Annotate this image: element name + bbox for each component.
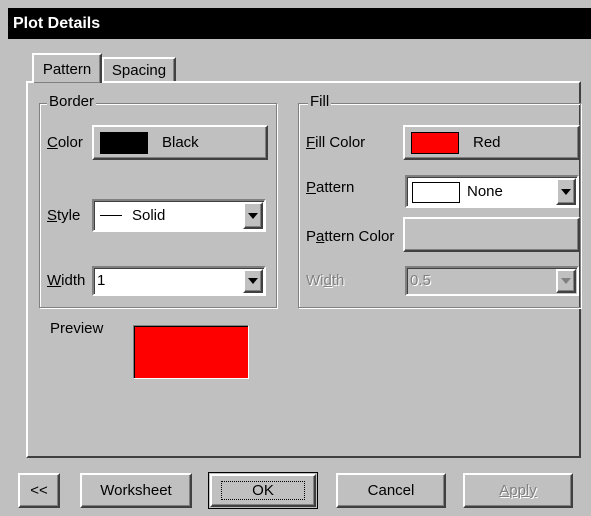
chevron-down-icon <box>248 212 258 219</box>
pattern-color-label: Pattern Color <box>306 228 395 245</box>
tab-spacing[interactable]: Spacing <box>102 57 176 82</box>
fill-pattern-label: Pattern <box>306 179 355 196</box>
border-color-swatch <box>100 131 148 154</box>
fill-width-dropdown-button[interactable] <box>556 269 576 293</box>
preview-swatch <box>133 325 249 379</box>
border-color-label: Color <box>47 134 83 151</box>
ok-button[interactable]: OK <box>208 472 318 509</box>
chevron-down-icon <box>561 188 571 195</box>
border-color-button[interactable]: Black <box>92 125 268 160</box>
fill-color-swatch <box>411 131 459 154</box>
ok-button-label: OK <box>221 481 305 500</box>
pattern-color-button[interactable] <box>403 217 580 252</box>
pattern-swatch <box>412 182 460 203</box>
border-style-dropdown[interactable]: Solid <box>92 199 266 232</box>
fill-width-label: Width <box>306 272 345 289</box>
border-color-value: Black <box>162 134 199 151</box>
chevron-down-icon <box>248 278 258 284</box>
border-width-dropdown[interactable]: 1 <box>92 266 266 296</box>
chevron-down-icon <box>561 278 571 284</box>
border-width-dropdown-button[interactable] <box>243 269 263 293</box>
tab-pattern-label: Pattern <box>42 60 92 78</box>
fill-width-dropdown[interactable]: 0.5 <box>405 266 579 296</box>
ok-button-face: OK <box>210 474 316 507</box>
tab-spacing-label: Spacing <box>111 62 167 79</box>
fill-pattern-dropdown-button[interactable] <box>556 178 576 205</box>
collapse-button[interactable]: << <box>18 473 60 508</box>
apply-button-label: Apply <box>499 482 537 499</box>
preview-label: Preview <box>50 320 104 337</box>
fill-pattern-dropdown[interactable]: None <box>405 175 579 208</box>
apply-button[interactable]: Apply <box>463 473 573 508</box>
fill-width-value: 0.5 <box>410 272 431 289</box>
cancel-button[interactable]: Cancel <box>336 473 446 508</box>
fill-color-value: Red <box>473 134 501 151</box>
window-title: Plot Details <box>8 8 591 39</box>
fill-pattern-value: None <box>467 183 503 200</box>
fill-color-label: Fill Color <box>306 134 366 151</box>
border-style-dropdown-button[interactable] <box>243 202 263 229</box>
tab-pattern[interactable]: Pattern <box>32 53 102 83</box>
border-style-value: Solid <box>132 207 166 224</box>
worksheet-button[interactable]: Worksheet <box>80 473 192 508</box>
border-style-label: Style <box>47 207 81 224</box>
border-width-label: Width <box>47 272 86 289</box>
fill-group-label: Fill <box>308 93 332 110</box>
solid-line-icon <box>100 215 122 216</box>
fill-color-button[interactable]: Red <box>403 125 580 160</box>
border-group-label: Border <box>47 93 97 110</box>
border-width-value: 1 <box>97 272 106 289</box>
